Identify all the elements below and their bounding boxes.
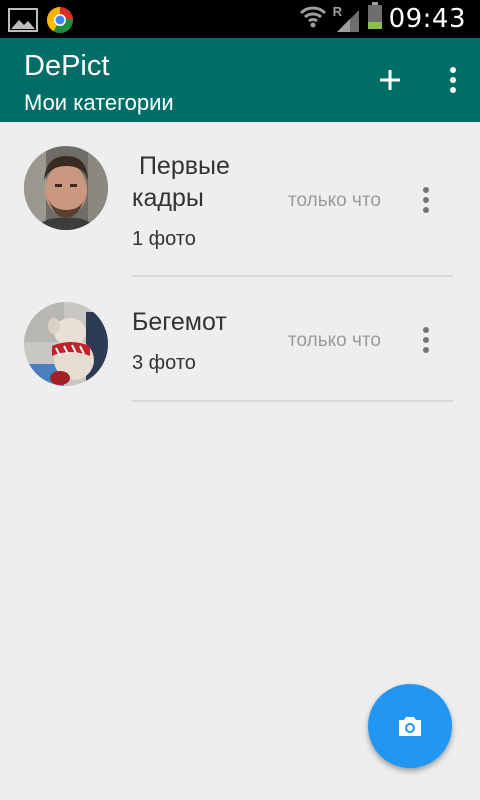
camera-icon [399,717,421,736]
category-name: Бегемот [132,308,227,336]
status-bar: R 09:43 [0,0,480,38]
divider [132,275,453,277]
updated-time: только что [288,190,381,211]
app-subtitle: Мои категории [24,90,174,115]
item-menu-button[interactable] [414,185,438,215]
app-bar: DePict Мои категории [0,38,480,122]
add-category-button[interactable] [372,62,408,98]
list-item[interactable]: Первые кадры 1 фото только что [0,122,480,278]
chrome-icon [46,6,74,39]
status-bar-notifications [8,6,74,39]
item-menu-button[interactable] [414,325,438,355]
clock: 09:43 [388,3,466,34]
photo-count: 3 фото [132,352,196,374]
wifi-icon [299,3,327,34]
list-item[interactable]: Бегемот 3 фото только что [0,278,480,402]
divider [132,400,453,402]
photo-count: 1 фото [132,228,196,250]
gallery-icon [8,8,38,37]
overflow-menu-icon [450,67,456,93]
signal-icon [336,9,359,32]
status-bar-system: R 09:43 [299,2,466,35]
category-name: Первые кадры [132,152,230,212]
take-photo-button[interactable] [368,684,452,768]
avatar [24,146,108,230]
battery-icon [367,2,383,35]
overflow-menu-button[interactable] [440,64,466,96]
roaming-icon: R [333,4,361,34]
updated-time: только что [288,330,381,351]
more-vert-icon [423,327,429,353]
add-icon [380,70,400,90]
app-title: DePict [24,50,110,82]
more-vert-icon [423,187,429,213]
avatar [24,302,108,386]
